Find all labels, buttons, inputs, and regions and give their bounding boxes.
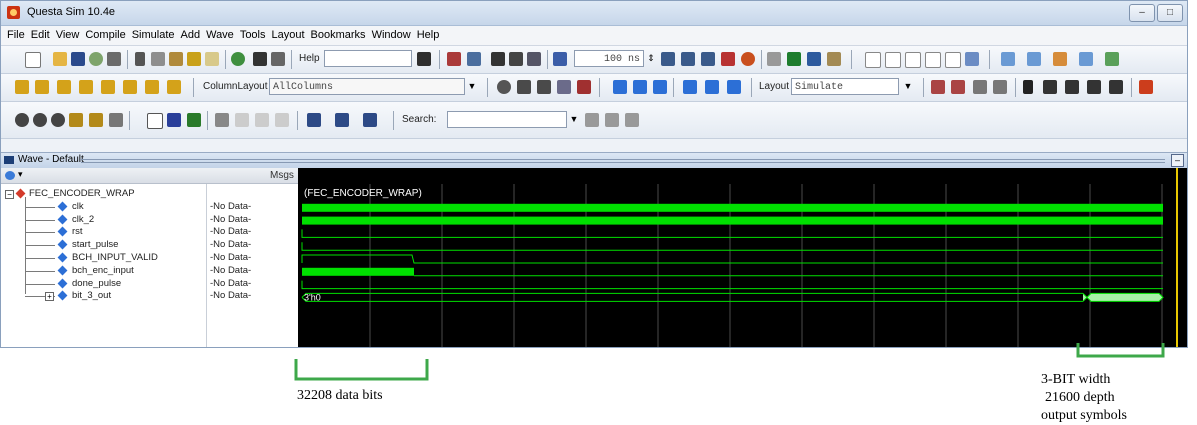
output-bracket <box>1076 343 1165 358</box>
input-bracket <box>294 359 429 381</box>
output-annotation-symbols: output symbols <box>1041 408 1127 423</box>
input-annotation: 32208 data bits <box>297 388 383 403</box>
output-annotation-depth: 21600 depth <box>1045 390 1115 405</box>
annotation-layer <box>294 343 1165 381</box>
output-annotation-width: 3-BIT width <box>1041 372 1111 387</box>
